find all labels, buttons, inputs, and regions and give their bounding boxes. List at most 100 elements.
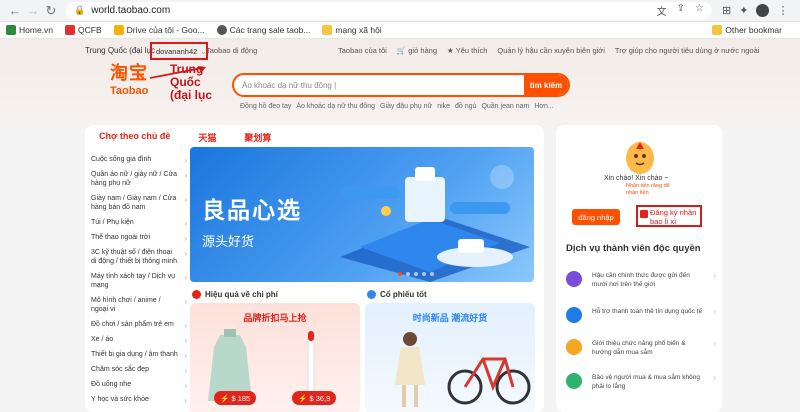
category-item[interactable]: Thiết bị gia dụng / âm thanh ›	[91, 350, 189, 360]
tab-tmall[interactable]: 天猫	[198, 131, 216, 144]
bookmark-item[interactable]: Drive của tôi - Goo...	[113, 25, 205, 35]
banner-subtitle: 源头好货	[202, 234, 255, 249]
carousel-dot[interactable]	[430, 272, 434, 276]
category-item[interactable]: Thể thao ngoài trời ›	[91, 233, 189, 243]
back-icon[interactable]: ←	[6, 2, 24, 20]
help-link[interactable]: Trợ giúp cho người tiêu dùng ở nước ngoà…	[615, 46, 760, 55]
carousel-dots	[398, 272, 434, 276]
cart-link[interactable]: 🛒 giỏ hàng	[397, 46, 437, 55]
extension-icon[interactable]: ⊞	[722, 4, 731, 17]
price-tag: ⚡ $ 36,9	[292, 391, 337, 405]
promo-heading: 品牌折扣马上抢	[243, 313, 307, 323]
chevron-right-icon: ›	[184, 219, 187, 228]
address-bar[interactable]: 🔒 world.taobao.com 文 ⇪ ☆	[66, 1, 712, 20]
chevron-right-icon: ›	[184, 156, 187, 165]
banner-title: 良品心选	[202, 197, 302, 223]
folder-icon	[322, 25, 333, 35]
category-item[interactable]: Đồ chơi / sản phẩm trẻ em ›	[91, 320, 189, 330]
category-item[interactable]: Quần áo nữ / giày nữ / Cửa hàng phụ nữ ›	[91, 170, 189, 188]
mascot-avatar	[626, 142, 654, 174]
credit-card-icon	[566, 307, 582, 323]
annotation-text: Trung Quốc (đại lục	[170, 62, 213, 102]
category-item[interactable]: Cuộc sống gia đình ›	[91, 155, 189, 165]
carousel-dot[interactable]	[406, 272, 410, 276]
mobile-link[interactable]: Taobao di động	[206, 46, 257, 55]
hot-keyword[interactable]: Quần jean nam	[481, 103, 529, 110]
shield-icon	[367, 290, 376, 299]
globe-icon	[216, 25, 227, 35]
hot-keyword[interactable]: Đồng hồ đeo tay	[240, 103, 291, 110]
chevron-right-icon: ›	[184, 249, 187, 258]
my-taobao-link[interactable]: Taobao của tôi	[338, 46, 387, 55]
shield-check-icon	[566, 373, 582, 389]
chevron-right-icon: ›	[713, 307, 716, 316]
category-item[interactable]: Chăm sóc sắc đẹp ›	[91, 365, 189, 375]
category-item[interactable]: Mô hình chơi / anime / ngoại vi ›	[91, 296, 189, 314]
register-button[interactable]: Đăng ký nhận bao lì xì	[636, 205, 702, 227]
translate-icon[interactable]: 文	[657, 3, 667, 18]
region-selector[interactable]: Trung Quốc (đại lục	[85, 46, 155, 55]
greeting-text: Xin chào! Xin chào ~	[604, 175, 669, 182]
search-input[interactable]: Áo khoác dạ nữ thu đông |	[242, 81, 336, 90]
username-link[interactable]: dovananh42 ⌄	[150, 42, 208, 60]
menu-icon[interactable]: ⋮	[777, 4, 788, 17]
more-keywords[interactable]: Hơn...	[534, 103, 553, 110]
service-item[interactable]: Hỗ trợ thanh toán thẻ tín dụng quốc tế ›	[566, 307, 716, 323]
mascot-face-icon	[634, 142, 646, 166]
other-bookmarks[interactable]: Other bookmar	[712, 25, 782, 35]
url-text: world.taobao.com	[91, 5, 171, 16]
category-item[interactable]: Giày nam / Giày nam / Cửa hàng bán đồ na…	[91, 194, 189, 212]
extensions-puzzle-icon[interactable]: ✦	[739, 4, 748, 17]
promo-good-stock[interactable]: 时尚新品 潮流好货	[365, 303, 535, 412]
carousel-dot[interactable]	[422, 272, 426, 276]
hot-keyword[interactable]: Giày đậu phụ nữ	[380, 103, 432, 110]
theme-tabs: Chợ theo chủ đề 天猫 聚划算	[99, 131, 271, 144]
bookmark-item[interactable]: Các trang sale taob...	[216, 25, 310, 35]
category-item[interactable]: Máy tính xách tay / Dịch vụ mạng ›	[91, 272, 189, 290]
tab-theme-market[interactable]: Chợ theo chủ đề	[99, 131, 170, 144]
forward-icon[interactable]: →	[24, 2, 42, 20]
hot-keyword[interactable]: Áo khoác dạ nữ thu đông	[296, 103, 375, 110]
category-item[interactable]: Đồ uống nhẹ ›	[91, 380, 189, 390]
reload-icon[interactable]: ↻	[42, 2, 60, 20]
service-item[interactable]: Hậu cần chính thức được gửi đến mười nơi…	[566, 271, 716, 289]
bookmark-folder[interactable]: mạng xã hội	[322, 25, 382, 35]
chevron-right-icon: ›	[184, 351, 187, 360]
category-item[interactable]: Xe / áo ›	[91, 335, 189, 345]
search-button[interactable]: tìm kiếm	[524, 75, 568, 95]
service-item[interactable]: Giới thiệu chức năng phổ biến & hướng dẫ…	[566, 339, 716, 357]
hot-keyword[interactable]: nike	[437, 103, 450, 110]
favorites-link[interactable]: ★ Yêu thích	[447, 46, 487, 55]
bookmark-item[interactable]: Home.vn	[6, 25, 53, 35]
hero-banner[interactable]: 良品心选 源头好货	[190, 147, 534, 282]
chevron-right-icon: ›	[184, 297, 187, 306]
chevron-right-icon: ›	[184, 321, 187, 330]
taobao-page: Trung Quốc (đại lục dovananh42 ⌄ Taobao …	[0, 39, 800, 412]
main-content-card: Chợ theo chủ đề 天猫 聚划算 Cuộc sống gia đìn…	[85, 125, 544, 412]
bookmark-item[interactable]: QCFB	[65, 25, 102, 35]
chevron-right-icon: ›	[184, 396, 187, 405]
taobao-logo[interactable]: 淘宝 Taobao	[110, 59, 148, 97]
lightning-icon: ⚡	[298, 393, 308, 403]
search-box[interactable]: Áo khoác dạ nữ thu đông | tìm kiếm	[232, 73, 570, 97]
login-button[interactable]: đăng nhập	[572, 209, 620, 225]
hot-keyword[interactable]: đồ ngủ	[455, 103, 476, 110]
lock-icon: 🔒	[74, 5, 86, 15]
carousel-dot[interactable]	[414, 272, 418, 276]
service-item[interactable]: Bảo vệ người mua & mua sắm không phải lo…	[566, 373, 716, 391]
logistics-link[interactable]: Quản lý hậu cần xuyên biên giới	[497, 46, 605, 55]
category-item[interactable]: 3C kỹ thuật số / điện thoại di động / th…	[91, 248, 189, 266]
promo-cost-effective[interactable]: 品牌折扣马上抢 ⚡ $ 185 ⚡ $ 36,9	[190, 303, 360, 412]
profile-avatar[interactable]	[756, 4, 770, 17]
bookmark-star-icon[interactable]: ☆	[695, 3, 704, 18]
promo-heading: 时尚新品 潮流好货	[412, 313, 488, 323]
category-item[interactable]: Túi / Phụ kiện ›	[91, 218, 189, 228]
category-list: Cuộc sống gia đình › Quần áo nữ / giày nữ…	[91, 155, 189, 410]
chevron-right-icon: ›	[184, 195, 187, 204]
carousel-dot[interactable]	[398, 272, 402, 276]
tab-juhuasuan[interactable]: 聚划算	[244, 131, 271, 144]
category-item[interactable]: Y học và sức khỏe ›	[91, 395, 189, 405]
site-nav-right: Taobao của tôi 🛒 giỏ hàng ★ Yêu thích Qu…	[338, 46, 759, 55]
share-icon[interactable]: ⇪	[677, 3, 685, 18]
chevron-right-icon: ›	[184, 273, 187, 282]
